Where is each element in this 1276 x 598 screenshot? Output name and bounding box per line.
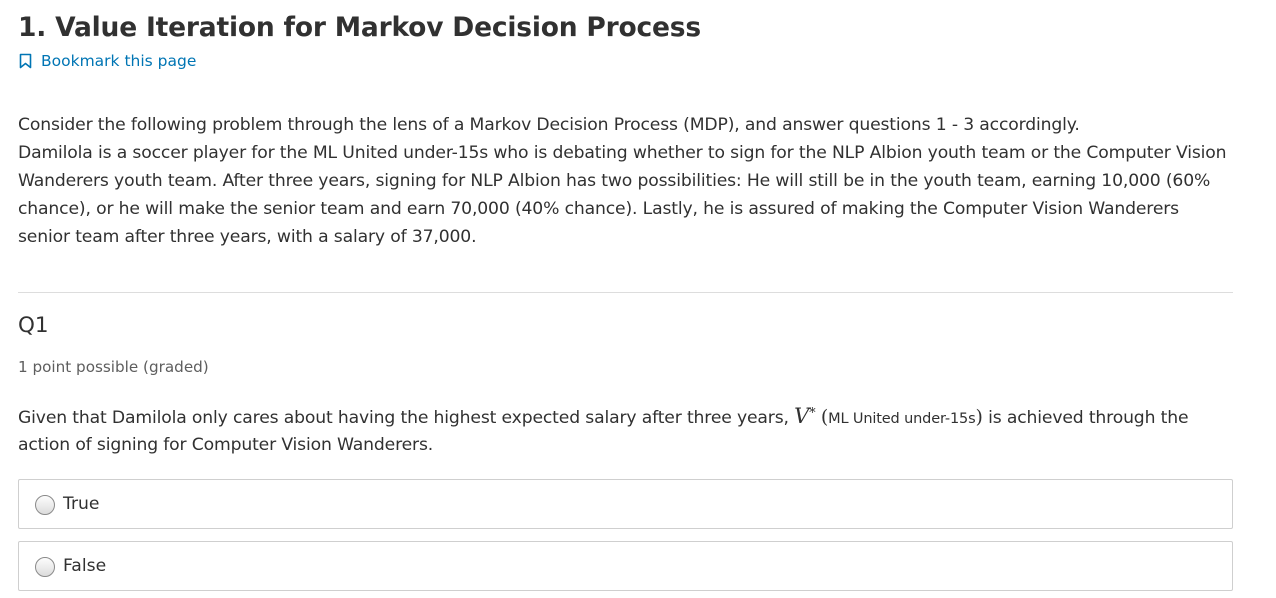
state-label: ML United under-15s [828,411,976,427]
radio-button-false[interactable] [35,557,55,577]
page-title: 1. Value Iteration for Markov Decision P… [18,12,701,43]
choice-label-true: True [63,494,100,514]
bookmark-label: Bookmark this page [41,52,197,70]
question-text: Given that Damilola only cares about hav… [18,401,1233,458]
star-superscript: * [809,406,816,421]
v-star-symbol: V* [794,404,816,428]
points-possible: 1 point possible (graded) [18,358,209,376]
paren-close: ) [975,406,983,428]
question-heading: Q1 [18,313,49,338]
question-text-before: Given that Damilola only cares about hav… [18,408,795,428]
bookmark-link[interactable]: Bookmark this page [18,52,196,70]
v-symbol: V [794,404,810,428]
problem-intro: Consider the following problem through t… [18,115,1080,135]
choice-true[interactable]: True [18,479,1233,529]
problem-statement: Consider the following problem through t… [18,111,1233,251]
section-divider [18,292,1233,293]
problem-body: Damilola is a soccer player for the ML U… [18,143,1227,247]
choice-false[interactable]: False [18,541,1233,591]
radio-button-true[interactable] [35,495,55,515]
bookmark-icon [19,53,32,69]
choice-label-false: False [63,556,107,576]
